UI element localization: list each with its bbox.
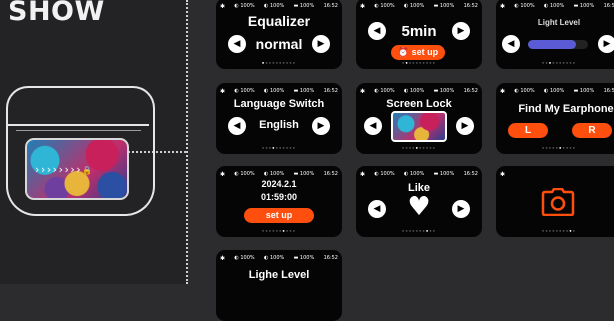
find-right-button[interactable]: R bbox=[572, 123, 612, 138]
bluetooth-icon: ✱ bbox=[220, 170, 226, 178]
status-bar: ✱ ◐ 100%◐ 100% ▬ 100%16:52 bbox=[360, 170, 478, 178]
page-dots: ●●●●●●●●●● bbox=[401, 145, 437, 150]
screen-lock-title: Screen Lock bbox=[386, 98, 452, 110]
bluetooth-icon: ✱ bbox=[360, 170, 366, 178]
page-dots: ●●●●●●●●●● bbox=[401, 228, 437, 233]
divider-vertical bbox=[186, 0, 188, 284]
find-title: Find My Earphone bbox=[518, 103, 614, 115]
case-seam bbox=[8, 124, 149, 126]
status-bar: ✱ ◐ 100%◐ 100% ▬ 100%16:52 bbox=[220, 254, 338, 262]
date-value: 2024.2.1 bbox=[261, 179, 297, 189]
bluetooth-icon: ✱ bbox=[220, 254, 226, 262]
bluetooth-icon: ✱ bbox=[220, 2, 226, 10]
page-dots: ●●●●●●●●●● bbox=[401, 60, 437, 65]
bluetooth-icon: ✱ bbox=[500, 170, 506, 178]
status-bar: ✱ ◐ 100%◐ 100% ▬ 100%16:52 bbox=[220, 2, 338, 10]
page-dots: ●●●●●●●●●● bbox=[541, 228, 577, 233]
light-level-title: Light Level bbox=[537, 18, 581, 27]
bluetooth-icon: ✱ bbox=[360, 2, 366, 10]
next-button[interactable]: ▶ bbox=[456, 117, 474, 135]
time-value: 01:59:00 bbox=[260, 192, 298, 202]
card-camera[interactable]: ✱ ●●●●●●●●●● bbox=[496, 166, 614, 237]
bluetooth-icon: ✱ bbox=[500, 87, 506, 95]
case-screen-arrows: › › › › › › › › 🔒 bbox=[35, 163, 92, 176]
page-dots: ●●●●●●●●●● bbox=[261, 228, 297, 233]
status-bar: ✱ ◐ 100%◐ 100% ▬ 100%16:52 bbox=[220, 170, 338, 178]
bluetooth-icon: ✱ bbox=[500, 2, 506, 10]
prev-button[interactable]: ◀ bbox=[364, 117, 382, 135]
card-datetime[interactable]: ✱ ◐ 100% ◐ 100% ▬ 100% 16:52 2024.2.1 01:5… bbox=[216, 166, 342, 237]
bluetooth-icon: ✱ bbox=[220, 87, 226, 95]
light-level-track[interactable] bbox=[528, 40, 588, 49]
lighe-level-title: Lighe Level bbox=[248, 269, 310, 281]
card-language[interactable]: ✱ ◐ 100% ◐ 100% ▬ 100% 16:52 Language Swit… bbox=[216, 83, 342, 154]
page-title: SHOW bbox=[8, 0, 105, 27]
lock-icon: 🔒 bbox=[82, 166, 92, 175]
light-level-bar bbox=[528, 40, 576, 49]
status-bar: ✱ ◐ 100%◐ 100% ▬ 100%16:52 bbox=[500, 2, 614, 10]
card-find-earphone[interactable]: ✱ ◐ 100%◐ 100% ▬ 100%16:52 Find My Earph… bbox=[496, 83, 614, 154]
wallpaper-thumbnail[interactable] bbox=[391, 111, 447, 142]
next-button[interactable]: ▶ bbox=[312, 35, 330, 53]
status-bar: ✱ ◐ 100%◐ 100% ▬ 100%16:52 bbox=[220, 87, 338, 95]
equalizer-title: Equalizer bbox=[247, 13, 311, 29]
status-bar: ✱ ◐ 100%◐ 100% ▬ 100%16:52 bbox=[360, 2, 478, 10]
card-screen-lock[interactable]: ✱ ◐ 100% ◐ 100% ▬ 100% 16:52 Screen Lock ◀… bbox=[356, 83, 482, 154]
next-button[interactable]: ▶ bbox=[452, 200, 470, 218]
card-equalizer[interactable]: ✱ ◐ 100% ◐ 100% ▬ 100% 16:52 Equalizer ◀ n… bbox=[216, 0, 342, 69]
setup-button[interactable]: set up bbox=[244, 208, 314, 223]
page-dots: ●●●●●●●●●● bbox=[261, 145, 297, 150]
status-bar: ✱ bbox=[500, 170, 614, 178]
bluetooth-icon: ✱ bbox=[360, 87, 366, 95]
prev-button[interactable]: ◀ bbox=[502, 35, 520, 53]
next-button[interactable]: ▶ bbox=[312, 117, 330, 135]
card-timer[interactable]: ✱ ◐ 100% ◐ 100% ▬ 100% 16:52 ◀ 5min ▶ ⏰ se… bbox=[356, 0, 482, 69]
card-light-level[interactable]: ✱ ◐ 100%◐ 100% ▬ 100%16:52 Light Level ◀… bbox=[496, 0, 614, 69]
setup-button[interactable]: ⏰ set up bbox=[391, 45, 445, 60]
page-dots: ●●●●●●●●●● bbox=[541, 60, 577, 65]
status-bar: ✱ ◐ 100%◐ 100% ▬ 100%16:52 bbox=[360, 87, 478, 95]
camera-icon[interactable] bbox=[541, 188, 575, 216]
card-lighe-level[interactable]: ✱ ◐ 100% ◐ 100% ▬ 100% 16:52 Lighe Level bbox=[216, 250, 342, 321]
case-seam-inner bbox=[16, 130, 141, 131]
next-button[interactable]: ▶ bbox=[598, 35, 614, 53]
page-dots: ●●●●●●●●●● bbox=[541, 145, 577, 150]
find-left-button[interactable]: L bbox=[508, 123, 548, 138]
status-bar: ✱ ◐ 100%◐ 100% ▬ 100%16:52 bbox=[500, 87, 614, 95]
next-button[interactable]: ▶ bbox=[452, 22, 470, 40]
language-title: Language Switch bbox=[233, 98, 325, 110]
case-screen: › › › › › › › › 🔒 bbox=[25, 138, 129, 200]
page-dots: ●●●●●●●●●● bbox=[261, 60, 297, 65]
card-like[interactable]: ✱ ◐ 100% ◐ 100% ▬ 100% 16:52 Like ◀ ♥ ▶ ●●… bbox=[356, 166, 482, 237]
